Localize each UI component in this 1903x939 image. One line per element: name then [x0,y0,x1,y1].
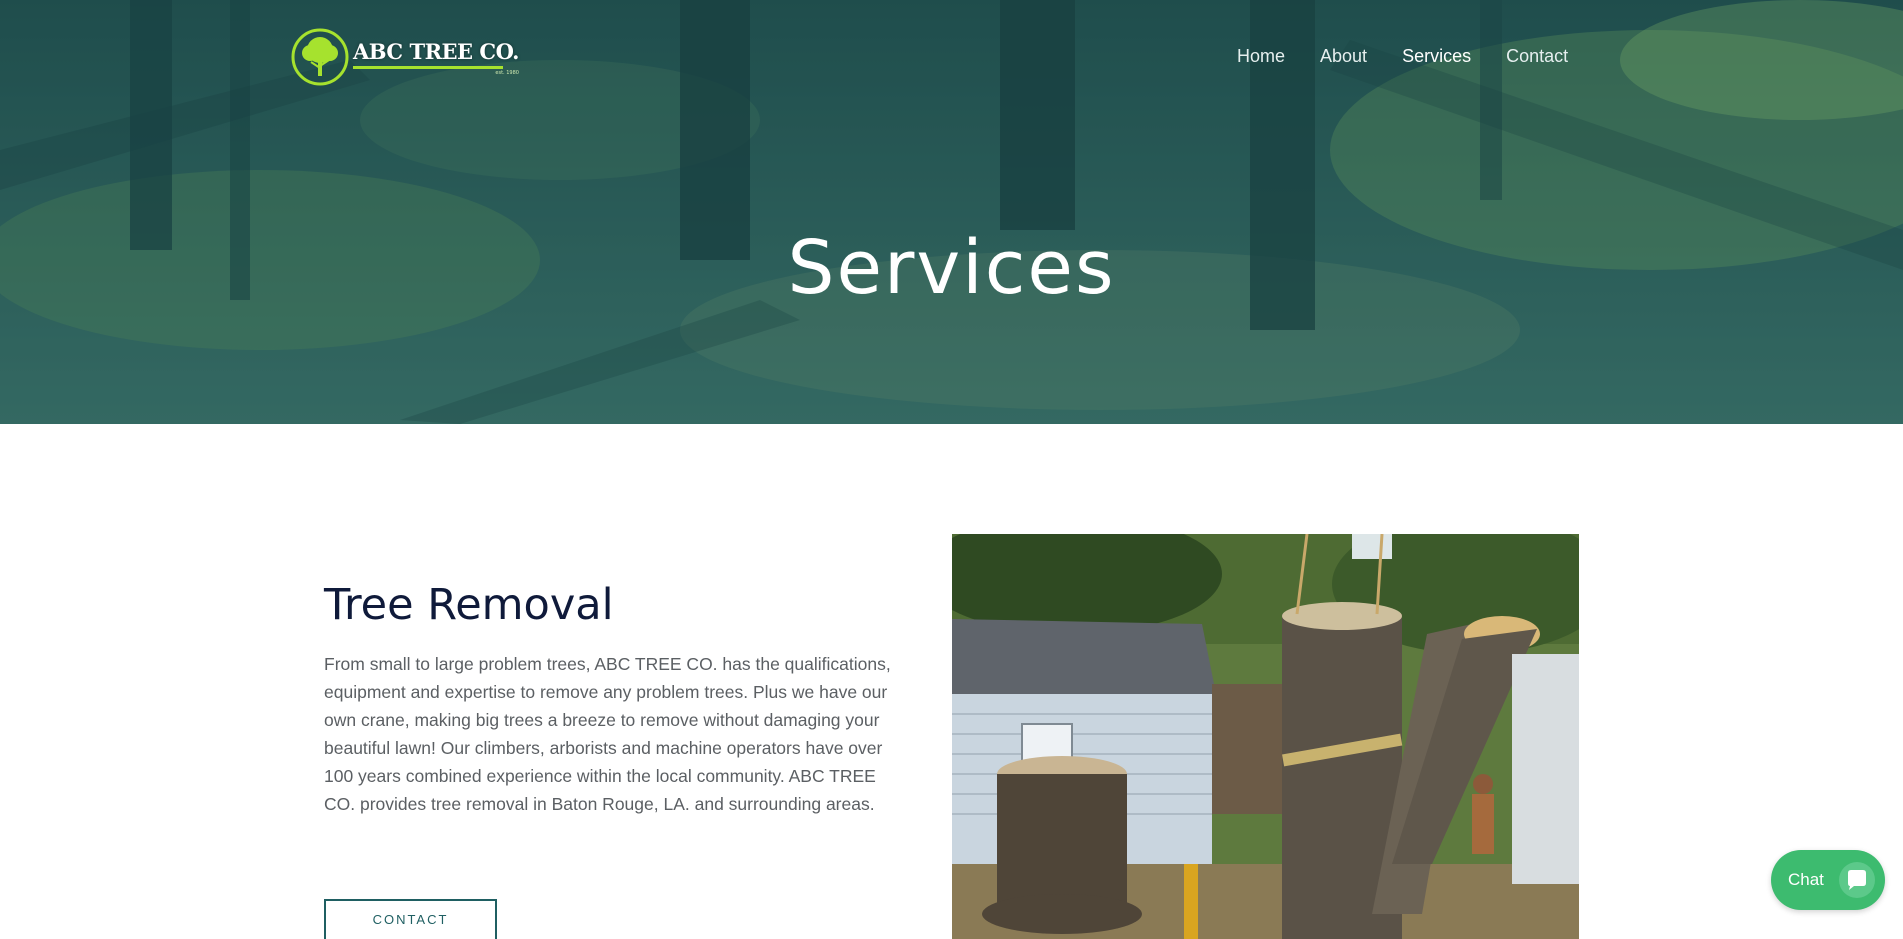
nav-services[interactable]: Services [1402,46,1471,67]
nav-contact[interactable]: Contact [1506,46,1568,67]
tree-logo-icon [291,28,349,86]
main-nav: Home About Services Contact [1237,46,1568,67]
hero-banner: ABC TREE CO. est. 1980 Home About Servic… [0,0,1903,424]
chat-widget-button[interactable]: Chat [1771,850,1885,910]
section-description: From small to large problem trees, ABC T… [324,654,891,814]
nav-home[interactable]: Home [1237,46,1285,67]
contact-button[interactable]: CONTACT [324,899,497,939]
page-title: Services [787,225,1116,311]
nav-about[interactable]: About [1320,46,1367,67]
logo-text: ABC TREE CO. [353,38,519,64]
site-logo[interactable]: ABC TREE CO. est. 1980 [291,28,519,86]
logo-est: est. 1980 [495,69,519,76]
chat-label: Chat [1788,870,1824,889]
section-title: Tree Removal [324,580,614,630]
hero-overlay [0,0,1903,424]
chat-bubble-icon [1839,862,1875,898]
tree-removal-photo [952,534,1579,939]
logo-underline [353,65,503,69]
